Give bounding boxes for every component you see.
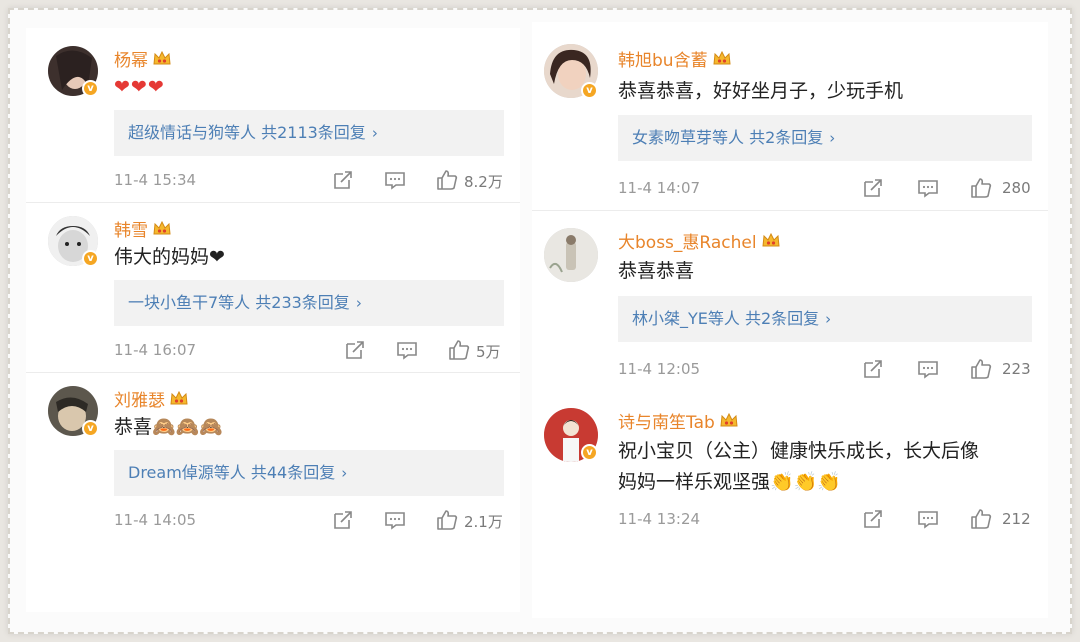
vip-crown-icon	[153, 220, 171, 235]
verified-badge-icon: v	[82, 250, 99, 267]
comment-text: 恭喜恭喜	[618, 260, 695, 282]
share-icon[interactable]	[332, 509, 354, 531]
divider	[26, 202, 520, 203]
commenter-name[interactable]: 韩雪	[114, 216, 172, 241]
reply-summary-text: 女素吻草芽等人 共2条回复	[632, 128, 824, 147]
comment-icon[interactable]	[396, 339, 418, 361]
comment-icon[interactable]	[917, 508, 939, 530]
like-icon[interactable]	[970, 508, 992, 530]
vip-crown-icon	[153, 50, 171, 65]
commenter-name[interactable]: 诗与南笙Tab	[618, 408, 739, 433]
comment-icon[interactable]	[384, 509, 406, 531]
like-icon[interactable]	[448, 339, 470, 361]
reply-summary-text: 一块小鱼干7等人 共233条回复	[128, 293, 350, 312]
verified-badge-icon: v	[82, 80, 99, 97]
share-icon[interactable]	[862, 358, 884, 380]
comment-actions: 5万	[344, 339, 524, 363]
reply-summary-link[interactable]: 超级情话与狗等人 共2113条回复 ›	[114, 110, 504, 156]
vip-crown-icon	[720, 412, 738, 427]
reply-summary-link[interactable]: 一块小鱼干7等人 共233条回复 ›	[114, 280, 504, 326]
reply-summary-text: Dream倬源等人 共44条回复	[128, 463, 336, 482]
comment-text-line: 祝小宝贝（公主）健康快乐成长，长大后像	[618, 440, 980, 462]
avatar[interactable]	[544, 228, 598, 282]
like-count: 5万	[476, 343, 501, 361]
comment-actions: 212	[862, 508, 1048, 532]
vip-crown-icon	[713, 50, 731, 65]
reply-summary-link[interactable]: Dream倬源等人 共44条回复 ›	[114, 450, 504, 496]
comment-icon[interactable]	[384, 169, 406, 191]
comment-actions: 2.1万	[332, 509, 522, 533]
comment-actions: 8.2万	[332, 169, 522, 193]
share-icon[interactable]	[332, 169, 354, 191]
comment-text: 恭喜恭喜，好好坐月子，少玩手机	[618, 80, 904, 102]
avatar-image	[544, 228, 598, 282]
commenter-name-text: 大boss_惠Rachel	[618, 233, 757, 253]
like-icon[interactable]	[970, 358, 992, 380]
comment-column-right: v 韩旭bu含蓄 恭喜恭喜，好好坐月子，少玩手机 女素吻草芽等人 共2条回复 › …	[532, 22, 1048, 618]
comment-actions: 223	[862, 358, 1048, 382]
like-count: 8.2万	[464, 173, 503, 191]
comment-timestamp: 11-4 13:24	[618, 510, 701, 528]
chevron-right-icon: ›	[341, 464, 348, 482]
comment-icon[interactable]	[917, 177, 939, 199]
reply-summary-link[interactable]: 林小桀_YE等人 共2条回复 ›	[618, 296, 1032, 342]
chevron-right-icon: ›	[355, 294, 362, 312]
commenter-name-text: 杨幂	[114, 51, 148, 71]
commenter-name-text: 韩雪	[114, 221, 148, 241]
vip-crown-icon	[762, 232, 780, 247]
chevron-right-icon: ›	[829, 129, 836, 147]
commenter-name-text: 刘雅瑟	[114, 391, 165, 411]
like-count: 223	[1002, 360, 1031, 378]
commenter-name[interactable]: 大boss_惠Rachel	[618, 228, 781, 253]
like-icon[interactable]	[436, 509, 458, 531]
comment-text: 伟大的妈妈❤	[114, 246, 225, 268]
share-icon[interactable]	[862, 177, 884, 199]
commenter-name[interactable]: 刘雅瑟	[114, 386, 189, 411]
comment-icon[interactable]	[917, 358, 939, 380]
comment-timestamp: 11-4 12:05	[618, 360, 701, 378]
share-icon[interactable]	[344, 339, 366, 361]
reply-summary-text: 超级情话与狗等人 共2113条回复	[128, 123, 366, 142]
reply-summary-text: 林小桀_YE等人 共2条回复	[632, 309, 820, 328]
comment-text: 恭喜🙈🙈🙈	[114, 416, 223, 438]
divider	[532, 210, 1048, 211]
comment-actions: 280	[862, 177, 1048, 201]
commenter-name[interactable]: 杨幂	[114, 46, 172, 71]
share-icon[interactable]	[862, 508, 884, 530]
vip-crown-icon	[170, 390, 188, 405]
comment-text-line: 妈妈一样乐观坚强👏👏👏	[618, 471, 841, 493]
commenter-name-text: 诗与南笙Tab	[618, 413, 715, 433]
verified-badge-icon: v	[581, 444, 598, 461]
verified-badge-icon: v	[581, 82, 598, 99]
verified-badge-icon: v	[82, 420, 99, 437]
like-icon[interactable]	[970, 177, 992, 199]
like-icon[interactable]	[436, 169, 458, 191]
comment-timestamp: 11-4 16:07	[114, 341, 197, 359]
comment-timestamp: 11-4 14:05	[114, 511, 197, 529]
chevron-right-icon: ›	[371, 124, 378, 142]
commenter-name[interactable]: 韩旭bu含蓄	[618, 46, 732, 71]
comment-column-left: v 杨幂 ❤❤❤ 超级情话与狗等人 共2113条回复 › 11-4 15:34 8…	[26, 28, 520, 612]
like-count: 280	[1002, 179, 1031, 197]
commenter-name-text: 韩旭bu含蓄	[618, 51, 708, 71]
comment-timestamp: 11-4 14:07	[618, 179, 701, 197]
reply-summary-link[interactable]: 女素吻草芽等人 共2条回复 ›	[618, 115, 1032, 161]
like-count: 2.1万	[464, 513, 503, 531]
divider	[26, 372, 520, 373]
like-count: 212	[1002, 510, 1031, 528]
chevron-right-icon: ›	[825, 310, 832, 328]
comment-timestamp: 11-4 15:34	[114, 171, 197, 189]
comment-text: ❤❤❤	[114, 76, 165, 98]
